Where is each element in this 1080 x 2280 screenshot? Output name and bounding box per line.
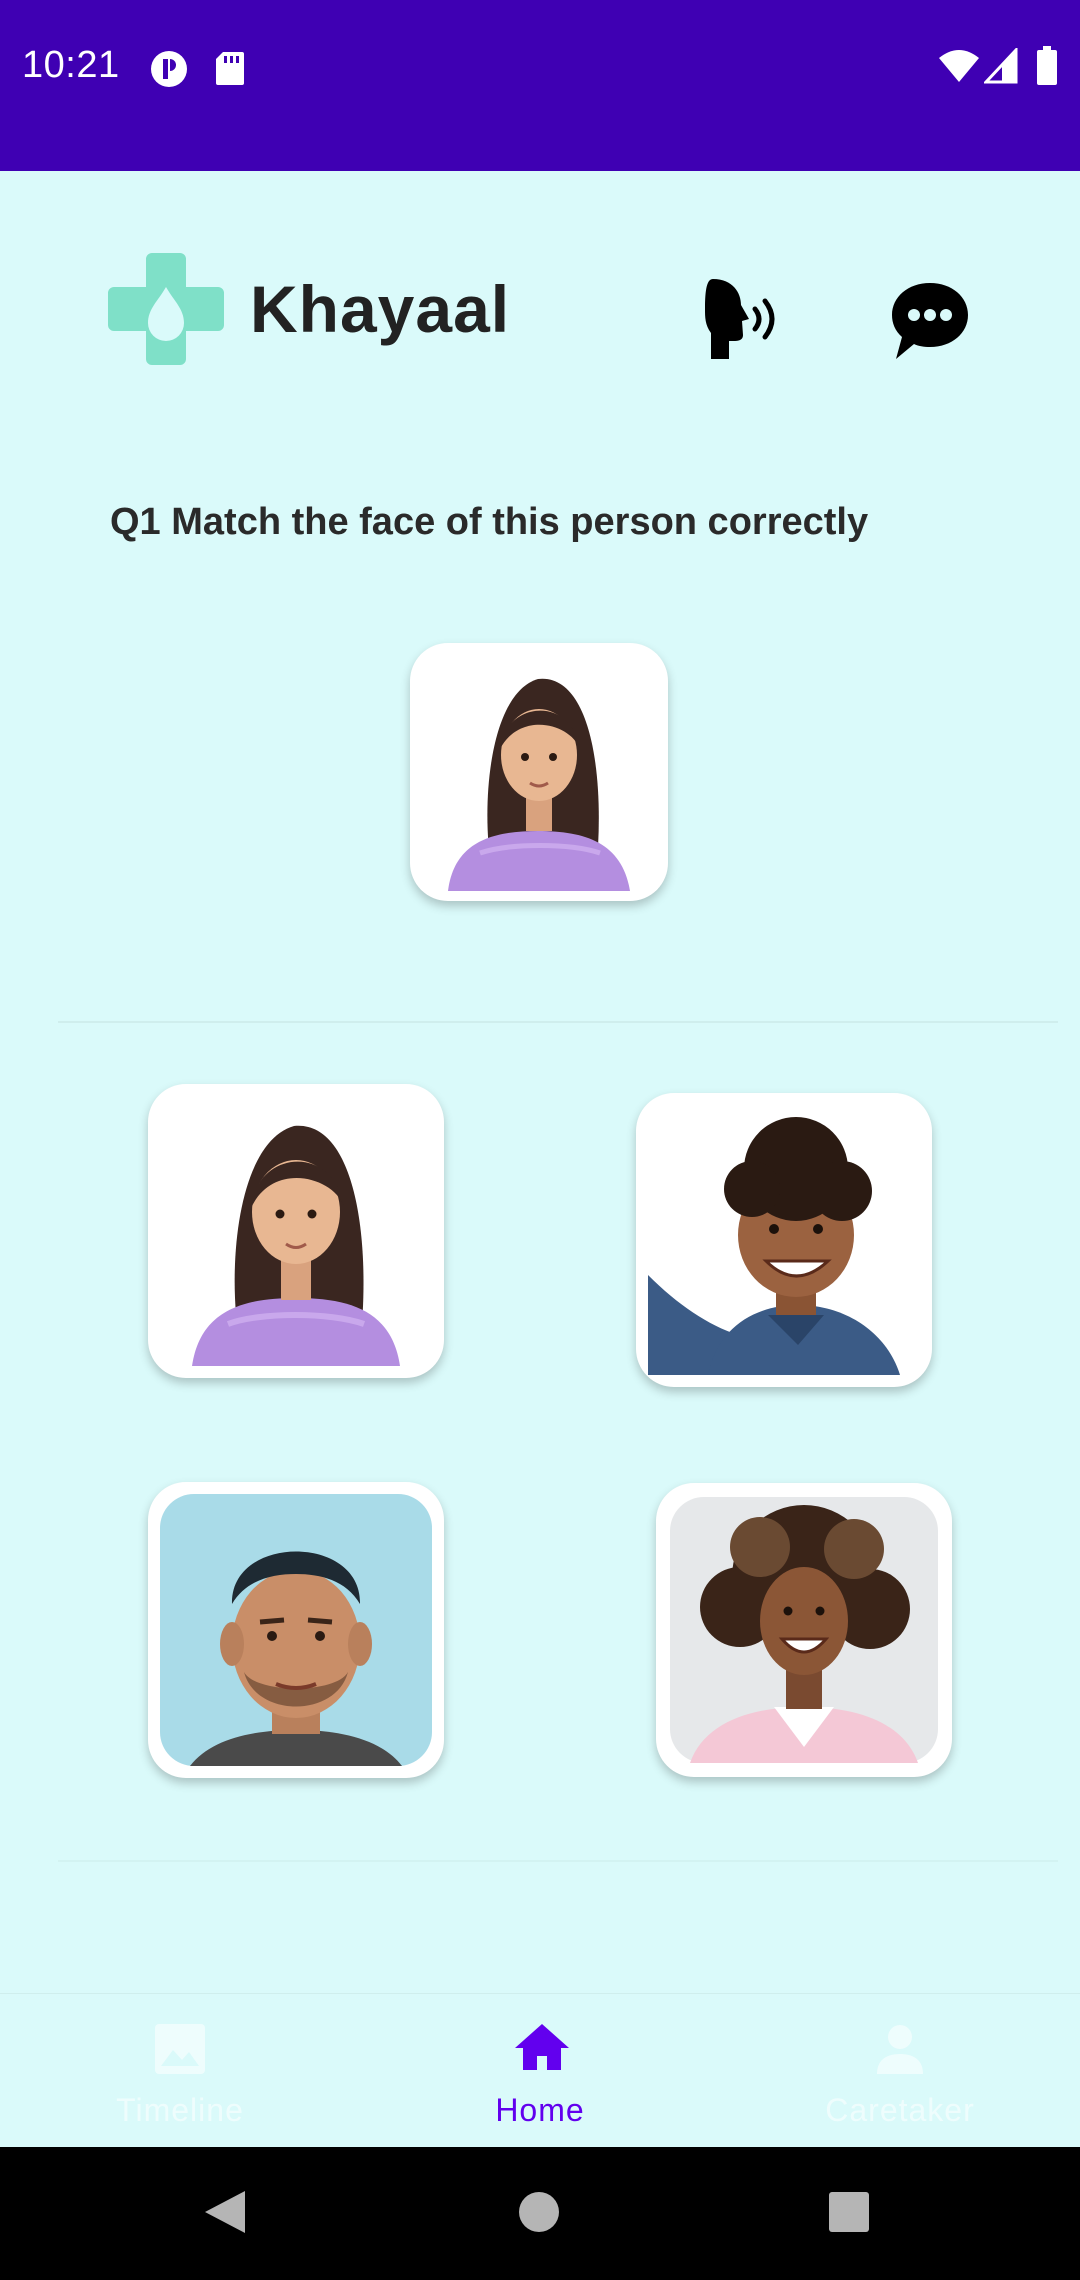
recents-square-icon[interactable]	[828, 2191, 870, 2238]
man-portrait-photo	[160, 1494, 432, 1766]
woman-portrait-photo	[670, 1497, 938, 1763]
signal-icon	[982, 46, 1018, 89]
girl-portrait-photo	[160, 1096, 432, 1366]
nav-label: Caretaker	[825, 2092, 975, 2128]
quiz-screen: Khayaal Q1 Match the face of this person…	[0, 171, 1080, 1993]
image-icon	[155, 2024, 205, 2079]
option-card-3[interactable]	[148, 1482, 444, 1778]
speaking-head-icon[interactable]	[705, 279, 785, 366]
option-card-1[interactable]	[148, 1084, 444, 1378]
nav-item-timeline[interactable]: Timeline	[0, 1994, 360, 2148]
chat-bubble-icon[interactable]	[890, 281, 970, 366]
battery-icon	[1036, 46, 1058, 91]
girl-portrait-photo	[420, 653, 658, 891]
nav-label: Home	[495, 2092, 585, 2128]
wifi-icon	[938, 48, 980, 89]
sd-card-icon	[215, 50, 245, 91]
notification-app-icon	[150, 50, 188, 93]
status-bar: 10:21	[0, 0, 1080, 171]
person-icon	[875, 2024, 925, 2079]
section-divider	[58, 1860, 1058, 1862]
option-card-2[interactable]	[636, 1093, 932, 1387]
option-card-4[interactable]	[656, 1483, 952, 1777]
system-navigation-bar	[0, 2147, 1080, 2280]
boy-portrait-photo	[648, 1105, 920, 1375]
status-time: 10:21	[22, 44, 120, 86]
medical-cross-drop-logo	[108, 253, 224, 370]
nav-item-caretaker[interactable]: Caretaker	[720, 1994, 1080, 2148]
section-divider	[58, 1021, 1058, 1023]
back-icon[interactable]	[203, 2189, 247, 2240]
home-circle-icon[interactable]	[518, 2191, 560, 2238]
app-title: Khayaal	[250, 272, 511, 346]
question-text: Q1 Match the face of this person correct…	[110, 501, 869, 543]
nav-label: Timeline	[116, 2092, 244, 2128]
home-icon	[515, 2024, 569, 2075]
target-photo-card	[410, 643, 668, 901]
bottom-navigation: Timeline Home Caretaker	[0, 1993, 1080, 2148]
nav-item-home[interactable]: Home	[360, 1994, 720, 2148]
